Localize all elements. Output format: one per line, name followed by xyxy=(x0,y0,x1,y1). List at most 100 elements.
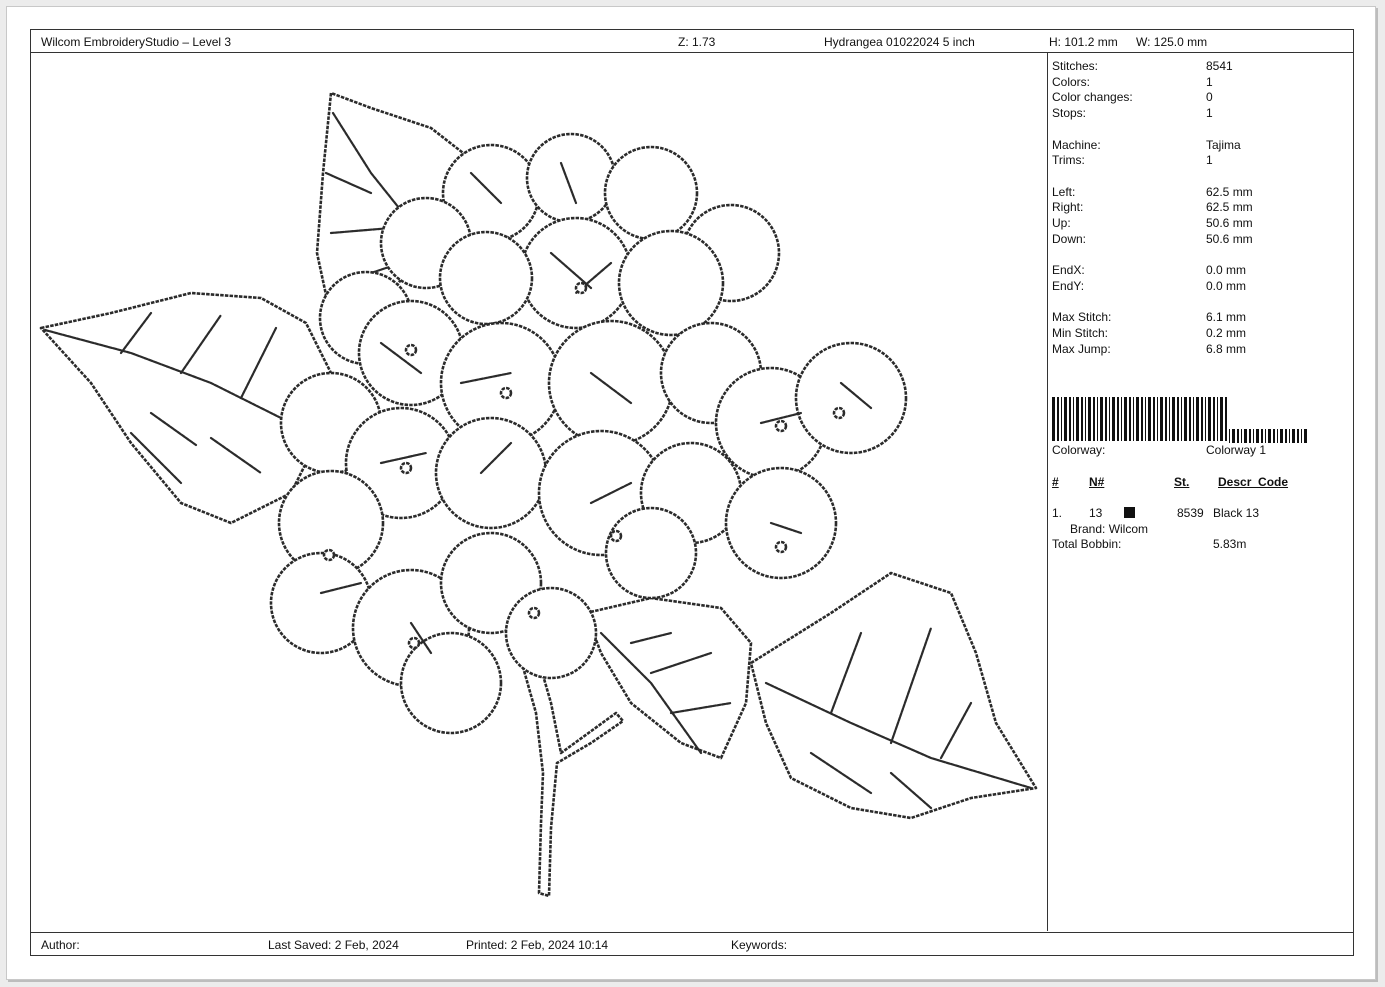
bobbin-row: Total Bobbin: 5.83m xyxy=(1052,537,1352,552)
barcode-bar xyxy=(1201,397,1203,441)
barcode-bar xyxy=(1261,429,1263,443)
barcode-bar xyxy=(1081,397,1083,441)
colorway-value: Colorway 1 xyxy=(1206,443,1267,457)
barcode-bar xyxy=(1085,397,1086,441)
barcode-bar xyxy=(1169,397,1170,441)
barcode-bar xyxy=(1244,429,1247,443)
barcode-bar xyxy=(1157,397,1158,441)
worksheet-frame: Wilcom EmbroideryStudio – Level 3 Z: 1.7… xyxy=(30,29,1354,956)
last-saved: Last Saved: 2 Feb, 2024 xyxy=(268,938,399,952)
barcode-bar xyxy=(1133,397,1134,441)
colorway-label: Colorway: xyxy=(1052,443,1106,457)
barcode-bar xyxy=(1141,397,1143,441)
stat-value: 0.0 mm xyxy=(1206,263,1247,278)
barcode-bar xyxy=(1112,397,1115,441)
zoom-level: Z: 1.73 xyxy=(678,35,716,49)
bobbin-label: Total Bobbin: xyxy=(1052,537,1122,551)
app-title: Wilcom EmbroideryStudio – Level 3 xyxy=(41,35,232,49)
barcode-bar xyxy=(1208,397,1211,441)
barcode-bar xyxy=(1280,429,1283,443)
stat-value: 0.0 mm xyxy=(1206,278,1247,293)
leaf-lower-left xyxy=(584,596,753,760)
col-needle: N# xyxy=(1089,475,1105,489)
design-name: Hydrangea 01022024 5 inch xyxy=(824,35,975,49)
barcode-bar xyxy=(1105,397,1107,441)
barcode-bar xyxy=(1148,397,1151,441)
barcode-bar xyxy=(1057,397,1059,441)
stat-row: Max Jump: 6.8 mm xyxy=(1052,342,1352,357)
row-description: Black 13 xyxy=(1213,506,1260,520)
barcode-bar xyxy=(1172,397,1175,441)
stat-row: Right: 62.5 mm xyxy=(1052,200,1352,215)
stat-value: 0.2 mm xyxy=(1206,325,1247,340)
print-preview-sheet: Wilcom EmbroideryStudio – Level 3 Z: 1.7… xyxy=(6,6,1376,980)
stat-row: Color changes: 0 xyxy=(1052,90,1352,105)
barcode-bar xyxy=(1160,397,1163,441)
barcode-bar xyxy=(1237,429,1239,443)
hydrangea-stitch-outline xyxy=(39,91,1038,898)
barcode-bar xyxy=(1136,397,1139,441)
stat-row: Up: 50.6 mm xyxy=(1052,216,1352,231)
stat-row: Stitches: 8541 xyxy=(1052,59,1352,74)
stat-value: Tajima xyxy=(1206,137,1241,152)
stitch-info-panel: Stitches: 8541 Colors: 1 Color changes: 0 Stop… xyxy=(1047,53,1354,931)
author-field: Author: xyxy=(41,938,80,952)
barcode-bar xyxy=(1220,397,1223,441)
worksheet-header: Wilcom EmbroideryStudio – Level 3 Z: 1.7… xyxy=(31,30,1353,53)
stat-row: EndY: 0.0 mm xyxy=(1052,279,1352,294)
barcode-bar xyxy=(1177,397,1179,441)
worksheet-footer: Author: Last Saved: 2 Feb, 2024 Printed:… xyxy=(31,932,1353,955)
barcode-bar xyxy=(1064,397,1067,441)
stat-value: 8541 xyxy=(1206,59,1233,73)
bobbin-value: 5.83m xyxy=(1213,537,1247,551)
barcode-bar xyxy=(1217,397,1218,441)
barcode-bar xyxy=(1093,397,1095,441)
row-needle: 13 xyxy=(1089,506,1103,520)
barcode-bar xyxy=(1225,397,1227,441)
design-height: H: 101.2 mm xyxy=(1049,35,1118,49)
stat-row: Stops: 1 xyxy=(1052,106,1352,121)
stat-label: Max Jump: xyxy=(1052,341,1111,356)
thread-brand: Brand: Wilcom xyxy=(1070,522,1149,536)
col-description: Descr_Code xyxy=(1218,475,1289,489)
color-swatch xyxy=(1124,507,1135,518)
stat-value: 6.8 mm xyxy=(1206,341,1247,356)
barcode-bar xyxy=(1297,429,1299,443)
stat-value: 1 xyxy=(1206,106,1213,121)
keywords-field: Keywords: xyxy=(731,938,788,952)
stat-label: Max Stitch: xyxy=(1052,310,1112,325)
stat-label: Stops: xyxy=(1052,106,1087,121)
barcode-bar xyxy=(1145,397,1146,441)
barcode-bar xyxy=(1069,397,1071,441)
stat-value: 50.6 mm xyxy=(1206,231,1253,246)
stat-value: 6.1 mm xyxy=(1206,310,1247,325)
colorway-row: Colorway: Colorway 1 xyxy=(1052,443,1352,458)
barcode-bar xyxy=(1061,397,1062,441)
barcode-bar xyxy=(1129,397,1131,441)
stat-row: Trims: 1 xyxy=(1052,153,1352,168)
stat-value: 62.5 mm xyxy=(1206,184,1253,199)
barcode-bar xyxy=(1232,429,1235,443)
col-number: # xyxy=(1052,475,1059,489)
stat-row: Max Stitch: 6.1 mm xyxy=(1052,310,1352,325)
barcode-bar xyxy=(1184,397,1187,441)
stat-label: Left: xyxy=(1052,184,1076,199)
barcode-bar xyxy=(1189,397,1191,441)
barcode-bar xyxy=(1196,397,1199,441)
stat-row: Down: 50.6 mm xyxy=(1052,232,1352,247)
color-table-header: # N# St. Descr_Code xyxy=(1052,475,1352,490)
stat-row: Colors: 1 xyxy=(1052,75,1352,90)
row-number: 1. xyxy=(1052,506,1063,520)
stat-label: Trims: xyxy=(1052,153,1085,168)
barcode-bar xyxy=(1265,429,1266,443)
barcode-bar xyxy=(1117,397,1119,441)
barcode-bar xyxy=(1052,397,1055,441)
barcode-bar xyxy=(1277,429,1278,443)
barcode-bar xyxy=(1121,397,1122,441)
col-stitches: St. xyxy=(1174,475,1190,489)
barcode-bar xyxy=(1097,397,1098,441)
stat-label: Machine: xyxy=(1052,137,1101,152)
barcode-bar xyxy=(1153,397,1155,441)
stat-row: Min Stitch: 0.2 mm xyxy=(1052,326,1352,341)
stat-value: 1 xyxy=(1206,74,1213,89)
